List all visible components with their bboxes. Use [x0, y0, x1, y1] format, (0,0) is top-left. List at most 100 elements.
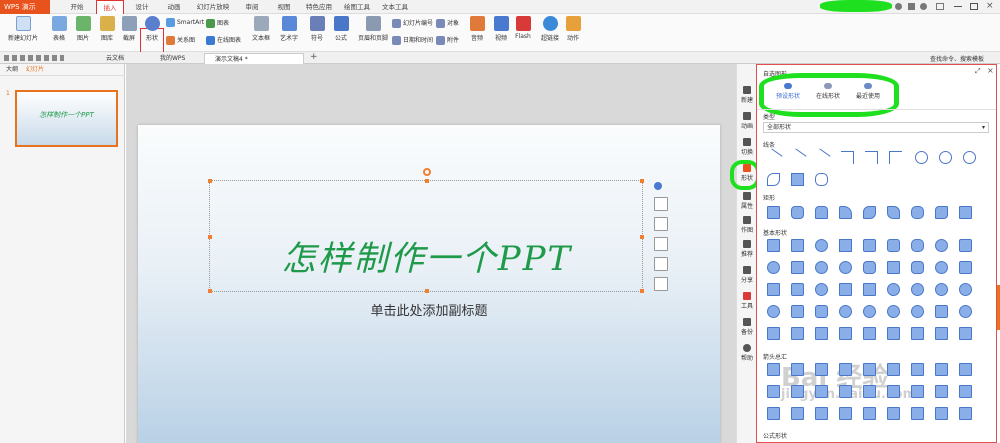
- arrow-shape[interactable]: [839, 385, 852, 398]
- symbol-button[interactable]: 符号: [306, 16, 328, 42]
- rectangle-shape[interactable]: [863, 206, 876, 219]
- basic-shape[interactable]: [767, 327, 780, 340]
- resize-handle[interactable]: [640, 289, 644, 293]
- flash-button[interactable]: Flash: [512, 16, 534, 40]
- tab-my-wps[interactable]: 我的WPS: [150, 53, 200, 64]
- basic-shape[interactable]: [815, 261, 828, 274]
- hyperlink-button[interactable]: 超链接: [538, 16, 562, 42]
- arrow-shape[interactable]: [815, 363, 828, 376]
- more-icon[interactable]: [654, 277, 668, 291]
- rectangle-shape[interactable]: [791, 206, 804, 219]
- video-button[interactable]: 视频: [490, 16, 512, 42]
- rectangle-shape[interactable]: [767, 206, 780, 219]
- curve-connector-shape[interactable]: [915, 151, 928, 164]
- arrow-shape[interactable]: [791, 407, 804, 420]
- rectangle-shape[interactable]: [815, 206, 828, 219]
- search-commands[interactable]: 查找命令、搜索模板: [930, 54, 984, 63]
- minimize-icon[interactable]: [954, 6, 962, 7]
- basic-shape[interactable]: [791, 305, 804, 318]
- freeform-shape[interactable]: [791, 173, 804, 186]
- panel-close-icon[interactable]: ×: [987, 66, 994, 75]
- type-select[interactable]: 全部形状 ▾: [763, 122, 989, 133]
- basic-shape[interactable]: [815, 239, 828, 252]
- basic-shape[interactable]: [767, 239, 780, 252]
- arrow-shape[interactable]: [911, 385, 924, 398]
- double-arrow-line-shape[interactable]: [812, 148, 831, 167]
- tab-review[interactable]: 审阅: [238, 0, 266, 14]
- basic-shape[interactable]: [815, 327, 828, 340]
- arrow-shape[interactable]: [959, 363, 972, 376]
- arrow-shape[interactable]: [767, 385, 780, 398]
- online-chart-button[interactable]: 在线图表: [206, 35, 241, 45]
- arrow-shape[interactable]: [887, 385, 900, 398]
- slide-subtitle[interactable]: 单击此处添加副标题: [138, 300, 720, 319]
- rectangle-shape[interactable]: [887, 206, 900, 219]
- picture-button[interactable]: 图片: [72, 16, 94, 42]
- side-animation[interactable]: 动画: [737, 112, 757, 130]
- basic-shape[interactable]: [863, 327, 876, 340]
- basic-shape[interactable]: [959, 283, 972, 296]
- basic-shape[interactable]: [887, 261, 900, 274]
- help-icon[interactable]: [920, 3, 927, 10]
- tab-view[interactable]: 视图: [270, 0, 298, 14]
- restore-icon[interactable]: [936, 3, 944, 10]
- layers-icon[interactable]: [654, 257, 668, 271]
- pin-icon[interactable]: ⤢: [975, 67, 981, 76]
- wps-logo[interactable]: WPS 演示: [0, 0, 50, 14]
- basic-shape[interactable]: [863, 261, 876, 274]
- elbow-connector-shape[interactable]: [841, 151, 854, 164]
- basic-shape[interactable]: [863, 239, 876, 252]
- basic-shape[interactable]: [911, 261, 924, 274]
- rectangle-shape[interactable]: [959, 206, 972, 219]
- side-new[interactable]: 新建: [737, 86, 757, 104]
- collapse-icon[interactable]: [654, 182, 662, 190]
- tab-drawing-tools[interactable]: 绘图工具: [340, 0, 374, 14]
- basic-shape[interactable]: [959, 327, 972, 340]
- tab-insert[interactable]: 插入: [96, 0, 124, 14]
- tab-animation[interactable]: 动画: [160, 0, 188, 14]
- elbow-double-arrow-shape[interactable]: [889, 151, 902, 164]
- chart-button[interactable]: 图表: [206, 18, 229, 28]
- basic-shape[interactable]: [959, 305, 972, 318]
- close-icon[interactable]: ×: [986, 1, 994, 11]
- side-help[interactable]: 帮助: [737, 344, 757, 362]
- tab-features[interactable]: 特色应用: [302, 0, 336, 14]
- arrow-shape[interactable]: [839, 363, 852, 376]
- relation-button[interactable]: 关系图: [166, 35, 195, 45]
- shape-button[interactable]: 形状: [141, 16, 163, 42]
- arrow-shape[interactable]: [887, 407, 900, 420]
- basic-shape[interactable]: [839, 261, 852, 274]
- maximize-icon[interactable]: [970, 3, 978, 10]
- elbow-arrow-shape[interactable]: [865, 151, 878, 164]
- title-placeholder[interactable]: 怎样制作一个PPT: [208, 168, 644, 293]
- slide-title[interactable]: 怎样制作一个PPT: [210, 231, 644, 280]
- side-property[interactable]: 属性: [737, 192, 757, 210]
- basic-shape[interactable]: [887, 283, 900, 296]
- side-backup[interactable]: 备份: [737, 318, 757, 336]
- screenshot-button[interactable]: 截屏: [118, 16, 140, 42]
- basic-shape[interactable]: [935, 305, 948, 318]
- tab-online-shapes[interactable]: 在线形状: [809, 83, 847, 100]
- formula-button[interactable]: 公式: [330, 16, 352, 42]
- side-draw[interactable]: 作图: [737, 216, 757, 234]
- rectangle-shape[interactable]: [839, 206, 852, 219]
- tab-text-tools[interactable]: 文本工具: [378, 0, 412, 14]
- wordart-button[interactable]: 艺术字: [276, 16, 302, 42]
- slide-thumbnail[interactable]: 怎样制作一个PPT: [15, 90, 118, 147]
- attachment-button[interactable]: 附件: [436, 35, 459, 45]
- smartart-button[interactable]: SmartArt: [166, 18, 204, 27]
- basic-shape[interactable]: [887, 327, 900, 340]
- basic-shape[interactable]: [911, 239, 924, 252]
- basic-shape[interactable]: [767, 283, 780, 296]
- object-button[interactable]: 对象: [436, 18, 459, 28]
- resize-handle[interactable]: [208, 179, 212, 183]
- basic-shape[interactable]: [791, 283, 804, 296]
- arrow-shape[interactable]: [767, 363, 780, 376]
- tab-slideshow[interactable]: 幻灯片放映: [192, 0, 234, 14]
- line-shape[interactable]: [764, 148, 783, 167]
- slide-number-button[interactable]: 幻灯片编号: [392, 18, 433, 28]
- scribble-shape[interactable]: [815, 173, 828, 186]
- rectangle-shape[interactable]: [911, 206, 924, 219]
- basic-shape[interactable]: [863, 305, 876, 318]
- basic-shape[interactable]: [815, 283, 828, 296]
